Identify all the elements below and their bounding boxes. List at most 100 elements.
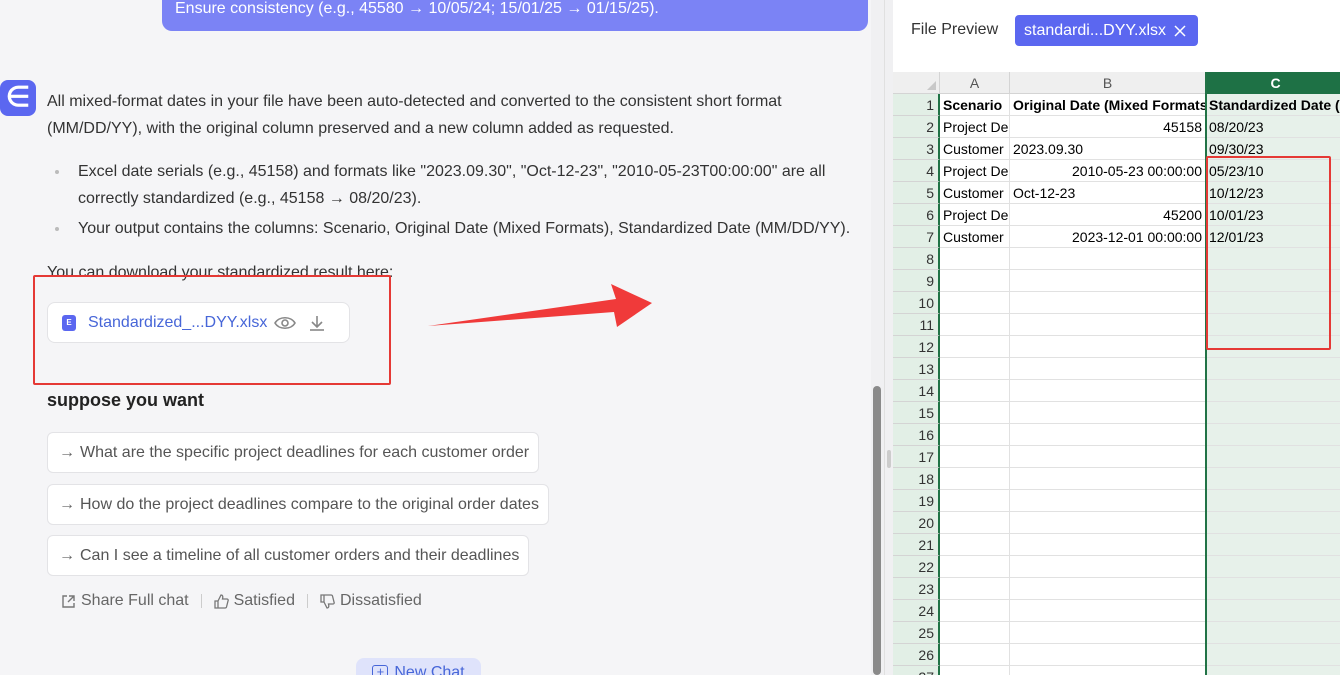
row-header[interactable]: 9	[893, 270, 940, 292]
panel-splitter[interactable]	[884, 0, 893, 675]
row-header[interactable]: 4	[893, 160, 940, 182]
table-cell[interactable]: Project De	[940, 204, 1010, 226]
spreadsheet-grid[interactable]: A B C 1 Scenario Original Date (Mixed Form…	[893, 72, 1340, 675]
row-header[interactable]: 11	[893, 314, 940, 336]
table-cell[interactable]	[940, 490, 1010, 512]
row-header[interactable]: 23	[893, 578, 940, 600]
table-cell[interactable]	[1010, 380, 1206, 402]
row-header[interactable]: 19	[893, 490, 940, 512]
table-cell[interactable]	[1010, 446, 1206, 468]
header-cell[interactable]: Standardized Date (MM/DD/YY)	[1206, 94, 1340, 116]
column-header-a[interactable]: A	[940, 72, 1010, 94]
new-chat-button[interactable]: + New Chat	[356, 658, 481, 675]
close-icon[interactable]	[1168, 19, 1192, 43]
table-cell[interactable]	[1206, 512, 1340, 534]
row-header[interactable]: 22	[893, 556, 940, 578]
table-cell[interactable]	[1206, 666, 1340, 675]
table-cell[interactable]	[1206, 622, 1340, 644]
row-header[interactable]: 10	[893, 292, 940, 314]
table-cell[interactable]	[940, 556, 1010, 578]
table-cell[interactable]: 2023.09.30	[1010, 138, 1206, 160]
table-cell[interactable]	[1010, 292, 1206, 314]
table-cell[interactable]: Customer	[940, 226, 1010, 248]
table-cell[interactable]	[940, 380, 1010, 402]
table-cell[interactable]	[940, 402, 1010, 424]
table-cell[interactable]: 2023-12-01 00:00:00	[1010, 226, 1206, 248]
column-header-b[interactable]: B	[1010, 72, 1206, 94]
row-header[interactable]: 2	[893, 116, 940, 138]
share-full-chat-button[interactable]: Share Full chat	[61, 592, 189, 610]
table-cell[interactable]	[940, 600, 1010, 622]
table-cell[interactable]	[1010, 512, 1206, 534]
table-cell[interactable]	[940, 336, 1010, 358]
row-header[interactable]: 21	[893, 534, 940, 556]
suggestion-chip[interactable]: → Can I see a timeline of all customer o…	[47, 535, 530, 576]
table-cell[interactable]	[1206, 490, 1340, 512]
row-header[interactable]: 25	[893, 622, 940, 644]
table-cell[interactable]	[940, 424, 1010, 446]
table-cell[interactable]	[1010, 248, 1206, 270]
table-cell[interactable]: Customer	[940, 138, 1010, 160]
file-tab[interactable]: standardi...DYY.xlsx	[1015, 15, 1198, 46]
table-cell[interactable]	[1010, 534, 1206, 556]
table-cell[interactable]	[1010, 600, 1206, 622]
row-header[interactable]: 6	[893, 204, 940, 226]
table-cell[interactable]	[1206, 556, 1340, 578]
row-header[interactable]: 16	[893, 424, 940, 446]
table-cell[interactable]	[940, 468, 1010, 490]
table-cell[interactable]	[1010, 358, 1206, 380]
splitter-grip-icon[interactable]	[887, 450, 891, 468]
row-header[interactable]: 27	[893, 666, 940, 675]
select-all-corner[interactable]	[893, 72, 940, 94]
table-cell[interactable]	[1206, 380, 1340, 402]
table-cell[interactable]: 2010-05-23 00:00:00	[1010, 160, 1206, 182]
table-cell[interactable]: 08/20/23	[1206, 116, 1340, 138]
table-cell[interactable]	[1206, 402, 1340, 424]
table-cell[interactable]	[1010, 336, 1206, 358]
row-header[interactable]: 26	[893, 644, 940, 666]
table-cell[interactable]	[940, 534, 1010, 556]
row-header[interactable]: 7	[893, 226, 940, 248]
table-cell[interactable]: Customer	[940, 182, 1010, 204]
row-header[interactable]: 1	[893, 94, 940, 116]
table-cell[interactable]	[1206, 578, 1340, 600]
table-cell[interactable]	[1206, 534, 1340, 556]
row-header[interactable]: 13	[893, 358, 940, 380]
table-cell[interactable]	[940, 446, 1010, 468]
table-cell[interactable]: 45158	[1010, 116, 1206, 138]
row-header[interactable]: 24	[893, 600, 940, 622]
row-header[interactable]: 12	[893, 336, 940, 358]
table-cell[interactable]	[1010, 490, 1206, 512]
table-cell[interactable]	[940, 666, 1010, 675]
column-header-c[interactable]: C	[1206, 72, 1340, 94]
table-cell[interactable]	[940, 292, 1010, 314]
table-cell[interactable]	[940, 644, 1010, 666]
row-header[interactable]: 3	[893, 138, 940, 160]
header-cell[interactable]: Scenario	[940, 94, 1010, 116]
satisfied-button[interactable]: Satisfied	[213, 592, 295, 610]
table-cell[interactable]	[940, 512, 1010, 534]
table-cell[interactable]	[940, 358, 1010, 380]
row-header[interactable]: 14	[893, 380, 940, 402]
row-header[interactable]: 17	[893, 446, 940, 468]
row-header[interactable]: 5	[893, 182, 940, 204]
table-cell[interactable]	[940, 622, 1010, 644]
table-cell[interactable]	[1010, 578, 1206, 600]
table-cell[interactable]	[1010, 314, 1206, 336]
table-cell[interactable]	[1010, 468, 1206, 490]
table-cell[interactable]	[940, 314, 1010, 336]
table-cell[interactable]: 45200	[1010, 204, 1206, 226]
table-cell[interactable]	[1206, 644, 1340, 666]
row-header[interactable]: 8	[893, 248, 940, 270]
table-cell[interactable]	[1010, 622, 1206, 644]
table-cell[interactable]	[1206, 358, 1340, 380]
table-cell[interactable]: Oct-12-23	[1010, 182, 1206, 204]
row-header[interactable]: 20	[893, 512, 940, 534]
table-cell[interactable]	[1206, 600, 1340, 622]
dissatisfied-button[interactable]: Dissatisfied	[320, 592, 422, 610]
row-header[interactable]: 18	[893, 468, 940, 490]
table-cell[interactable]: Project De	[940, 160, 1010, 182]
table-cell[interactable]	[1206, 424, 1340, 446]
header-cell[interactable]: Original Date (Mixed Formats)	[1010, 94, 1206, 116]
table-cell[interactable]	[1010, 402, 1206, 424]
